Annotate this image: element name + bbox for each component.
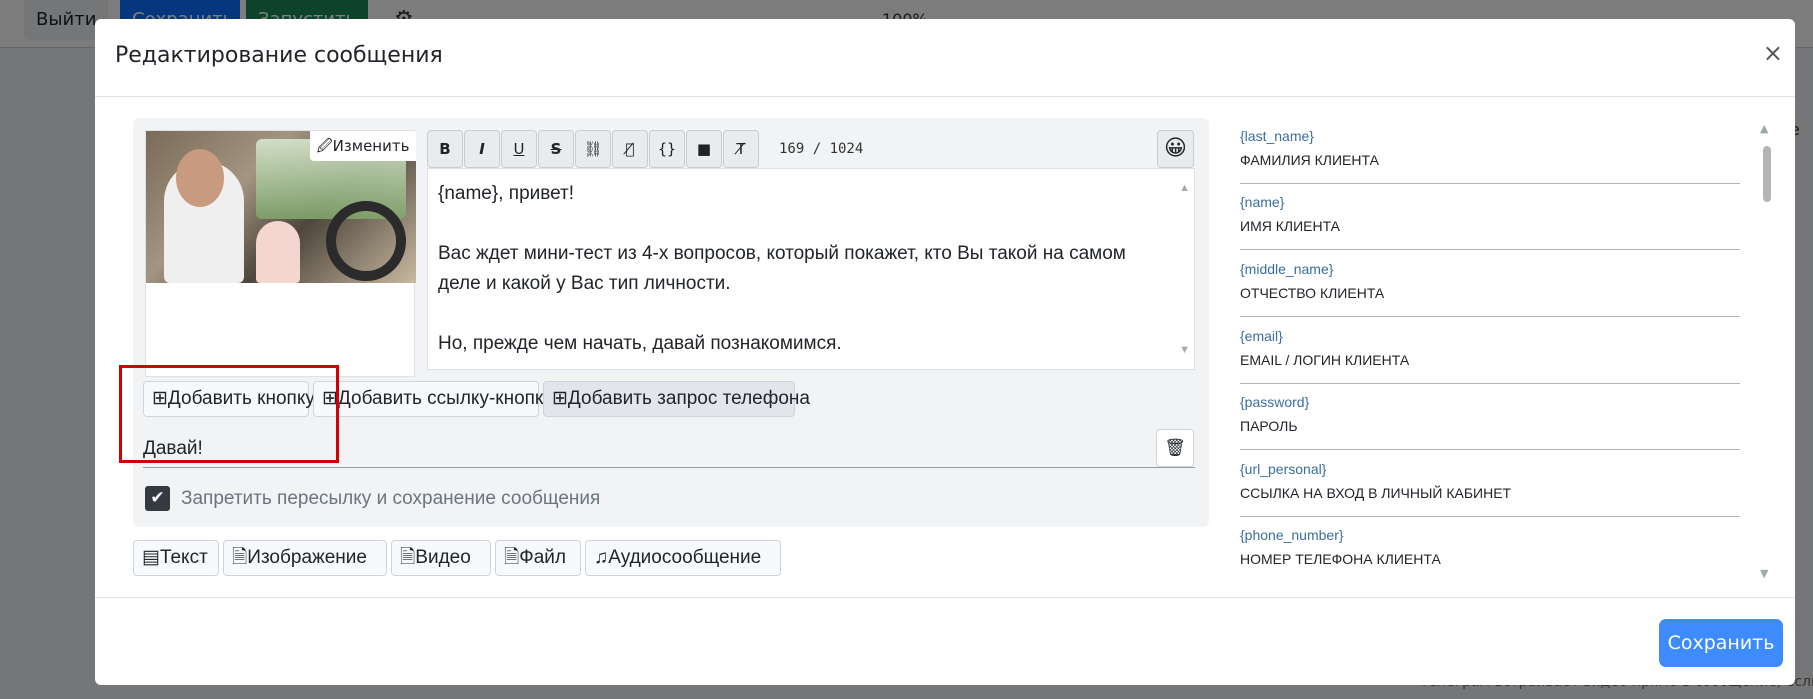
edit-message-modal: Редактирование сообщения × 🖉Изменить B I… — [95, 19, 1795, 685]
variable-item[interactable]: {phone_number} НОМЕР ТЕЛЕФОНА КЛИЕНТА — [1240, 517, 1740, 583]
type-label: Текст — [159, 547, 208, 568]
variable-item[interactable]: {name} ИМЯ КЛИЕНТА — [1240, 184, 1740, 250]
forbid-forward-checkbox[interactable]: ✔ — [145, 486, 170, 511]
variable-key: {phone_number} — [1240, 527, 1344, 543]
image-type-button[interactable]: 🗎Изображение — [223, 540, 387, 576]
message-editor-card: 🖉Изменить B I U S ⛓ ⛓̸ {} ■ T̸ 169 / 102… — [119, 118, 1209, 527]
audio-type-button[interactable]: ♫Аудиосообщение — [585, 540, 781, 576]
char-counter: 169 / 1024 — [779, 141, 864, 157]
code-button[interactable]: {} — [649, 130, 685, 168]
variable-desc: ОТЧЕСТВО КЛИЕНТА — [1240, 285, 1385, 301]
variables-scrollbar[interactable]: ▲ ▼ — [1758, 118, 1776, 584]
delete-button-icon[interactable]: 🗑 — [1156, 429, 1194, 467]
italic-button[interactable]: I — [464, 130, 500, 168]
file-icon: 🗎 — [504, 547, 520, 568]
change-image-button[interactable]: 🖉Изменить — [310, 131, 416, 161]
type-label: Аудиосообщение — [608, 547, 762, 568]
music-icon: ♫ — [594, 547, 609, 568]
add-icon: ⊞ — [552, 388, 568, 409]
forbid-forward-label: Запретить пересылку и сохранение сообщен… — [181, 488, 601, 509]
image-box: 🖉Изменить — [145, 130, 416, 377]
variable-item[interactable]: {middle_name} ОТЧЕСТВО КЛИЕНТА — [1240, 251, 1740, 317]
variable-desc: ССЫЛКА НА ВХОД В ЛИЧНЫЙ КАБИНЕТ — [1240, 485, 1512, 501]
edit-image-icon: 🖉 — [316, 137, 333, 155]
underline-button[interactable]: U — [501, 130, 537, 168]
message-textarea[interactable]: {name}, привет! Вас ждет мини-тест из 4-… — [427, 168, 1195, 370]
scroll-up-icon[interactable]: ▲ — [1760, 122, 1768, 135]
message-line: {name}, привет! — [438, 183, 575, 204]
modal-header: Редактирование сообщения × — [95, 19, 1795, 97]
unlink-icon[interactable]: ⛓̸ — [612, 130, 648, 168]
type-label: Изображение — [247, 547, 367, 568]
variable-desc: НОМЕР ТЕЛЕФОНА КЛИЕНТА — [1240, 551, 1441, 567]
variables-list: {last_name} ФАМИЛИЯ КЛИЕНТА {name} ИМЯ К… — [1240, 118, 1760, 584]
change-image-label: Изменить — [332, 137, 410, 155]
add-link-button-button[interactable]: ⊞Добавить ссылку-кнопку — [313, 381, 553, 417]
type-label: Файл — [519, 547, 566, 568]
bold-button[interactable]: B — [427, 130, 463, 168]
text-type-button[interactable]: ▤Текст — [133, 540, 219, 576]
add-phone-request-button[interactable]: ⊞Добавить запрос телефона — [543, 381, 810, 417]
save-button[interactable]: Сохранить — [1659, 619, 1783, 667]
video-file-icon: 🗎 — [400, 547, 416, 568]
scroll-down-icon[interactable]: ▼ — [1179, 335, 1190, 365]
variable-item[interactable]: {password} ПАРОЛЬ — [1240, 384, 1740, 450]
scroll-up-icon[interactable]: ▲ — [1179, 173, 1190, 203]
clear-format-icon[interactable]: T̸ — [723, 130, 759, 168]
message-line: Вас ждет мини-тест из 4-х вопросов, кото… — [438, 243, 1126, 294]
variable-item[interactable]: {url_personal} ССЫЛКА НА ВХОД В ЛИЧНЫЙ К… — [1240, 451, 1740, 517]
variable-desc: ФАМИЛИЯ КЛИЕНТА — [1240, 152, 1379, 168]
variable-key: {url_personal} — [1240, 461, 1327, 477]
scroll-thumb[interactable] — [1763, 146, 1771, 202]
message-line: Но, прежде чем начать, давай познакомимс… — [438, 333, 842, 354]
modal-footer: Сохранить — [95, 597, 1795, 685]
variable-item[interactable]: {last_name} ФАМИЛИЯ КЛИЕНТА — [1240, 118, 1740, 184]
highlight-box — [119, 365, 339, 463]
variable-key: {email} — [1240, 328, 1283, 344]
variable-key: {password} — [1240, 394, 1310, 410]
add-phone-request-label: Добавить запрос телефона — [567, 388, 810, 409]
variable-desc: EMAIL / ЛОГИН КЛИЕНТА — [1240, 352, 1410, 368]
emoji-icon[interactable]: 😀 — [1157, 130, 1194, 168]
text-icon: ▤ — [142, 547, 160, 568]
close-icon[interactable]: × — [1763, 41, 1783, 65]
video-type-button[interactable]: 🗎Видео — [391, 540, 491, 576]
scroll-down-icon[interactable]: ▼ — [1760, 567, 1768, 580]
strikethrough-button[interactable]: S — [538, 130, 574, 168]
variable-key: {name} — [1240, 194, 1285, 210]
link-icon[interactable]: ⛓ — [575, 130, 611, 168]
variable-desc: ПАРОЛЬ — [1240, 418, 1298, 434]
variable-desc: ИМЯ КЛИЕНТА — [1240, 218, 1341, 234]
add-link-button-label: Добавить ссылку-кнопку — [337, 388, 553, 409]
type-label: Видео — [415, 547, 471, 568]
variable-key: {middle_name} — [1240, 261, 1334, 277]
modal-title: Редактирование сообщения — [115, 43, 443, 68]
file-type-button[interactable]: 🗎Файл — [495, 540, 581, 576]
image-file-icon: 🗎 — [232, 547, 248, 568]
variable-key: {last_name} — [1240, 128, 1314, 144]
variable-item[interactable]: {email} EMAIL / ЛОГИН КЛИЕНТА — [1240, 318, 1740, 384]
spoiler-icon[interactable]: ■ — [686, 130, 722, 168]
